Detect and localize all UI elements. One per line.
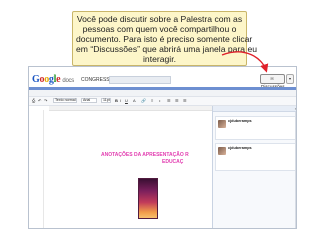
discussion-post: cjduberamps <box>215 116 296 140</box>
numbered-list-icon[interactable]: ≡ <box>151 98 153 103</box>
menu-bar: Arquivo Editar Visualizar Inserir Format… <box>29 90 296 104</box>
discussion-panel-header: × <box>213 106 296 112</box>
underline-button[interactable]: U <box>125 98 128 103</box>
print-icon[interactable]: ⎙ <box>32 98 35 103</box>
avatar <box>218 120 226 128</box>
bold-button[interactable]: B <box>115 98 118 103</box>
instruction-callout: Você pode discutir sobre a Palestra com … <box>72 11 258 66</box>
size-select[interactable]: 11pt <box>101 98 111 103</box>
logo-docs-text: docs <box>62 78 74 84</box>
callout-line: pessoas com quem você compartilhou o <box>82 24 237 34</box>
page-margin <box>43 110 44 228</box>
align-center-icon[interactable]: ☰ <box>175 98 179 103</box>
docs-header: Google docs CONGRESSO ✉Discussões ▾ <box>29 73 296 89</box>
link-icon[interactable]: 🔗 <box>141 98 146 103</box>
avatar <box>218 147 226 155</box>
post-author: cjduberamps <box>228 119 252 123</box>
callout-line: interagir. <box>143 54 176 64</box>
callout-line: documento. Para isto é preciso somente c… <box>76 34 253 44</box>
align-right-icon[interactable]: ☰ <box>183 98 187 103</box>
share-button[interactable]: ▾ <box>286 74 294 84</box>
undo-icon[interactable]: ↶ <box>38 98 41 103</box>
formatting-toolbar: ⎙ ↶ ↷ Texto normal Arial 11pt B I U A 🔗 … <box>29 97 296 106</box>
callout-line: Você pode discutir sobre a Palestra com … <box>76 14 243 24</box>
google-docs-screenshot: Google docs CONGRESSO ✉Discussões ▾ Arqu… <box>28 66 297 229</box>
document-heading-line1: ANOTAÇÕES DA APRESENTAÇÃO R <box>101 152 189 158</box>
ruler <box>49 106 212 111</box>
close-icon[interactable]: × <box>295 106 296 111</box>
sunset-image[interactable] <box>138 178 158 219</box>
document-heading-line2: EDUCAÇ <box>162 159 184 165</box>
document-title-field[interactable] <box>109 76 171 84</box>
discussions-button[interactable]: ✉Discussões <box>260 74 285 89</box>
bulleted-list-icon[interactable]: • <box>159 98 160 103</box>
logo-letter: e <box>56 74 61 85</box>
font-select[interactable]: Arial <box>81 98 97 103</box>
document-canvas[interactable]: ANOTAÇÕES DA APRESENTAÇÃO R EDUCAÇ <box>29 106 212 228</box>
google-docs-logo[interactable]: Google docs <box>32 74 74 85</box>
italic-button[interactable]: I <box>120 98 121 103</box>
scrollbar[interactable] <box>295 112 296 228</box>
style-select[interactable]: Texto normal <box>53 98 77 103</box>
callout-line: em “Discussões” que abrirá uma janela pa… <box>76 44 258 54</box>
text-color-icon[interactable]: A <box>133 98 136 103</box>
speech-bubble-icon: ✉ <box>270 76 274 81</box>
align-left-icon[interactable]: ☰ <box>167 98 171 103</box>
redo-icon[interactable]: ↷ <box>44 98 47 103</box>
post-author: cjduberamps <box>228 146 252 150</box>
discussion-post: cjduberamps <box>215 143 296 171</box>
slide: Você pode discutir sobre a Palestra com … <box>0 0 320 240</box>
discussion-panel: × cjduberamps cjduberamps <box>212 106 296 228</box>
